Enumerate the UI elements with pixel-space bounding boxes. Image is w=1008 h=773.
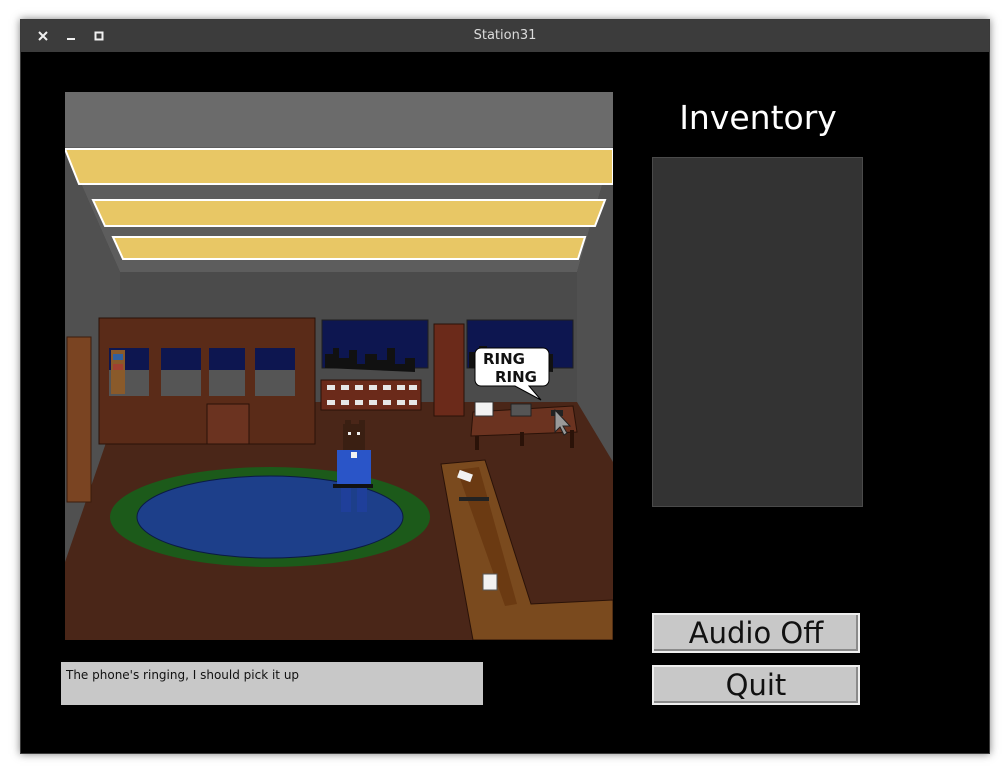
note-item[interactable] — [482, 573, 498, 591]
paper-stack[interactable] — [474, 401, 494, 417]
city-window-left — [321, 319, 429, 372]
game-scene[interactable]: RING RING — [65, 92, 613, 640]
inventory-title: Inventory — [679, 98, 837, 137]
back-door[interactable] — [433, 323, 465, 417]
title-bar: Station31 — [21, 20, 989, 52]
game-window: Station31 RING RING Inventory Audio Off … — [20, 19, 990, 754]
rug[interactable] — [110, 467, 430, 567]
glass-office — [98, 317, 316, 445]
flashlight-item[interactable] — [459, 497, 489, 501]
inventory-panel[interactable] — [652, 157, 863, 507]
bubble-line2: RING — [495, 368, 537, 386]
quit-button[interactable]: Quit — [652, 665, 860, 705]
filing-cabinets — [320, 379, 422, 411]
message-text: The phone's ringing, I should pick it up — [66, 668, 300, 682]
window-title: Station31 — [473, 28, 537, 43]
ceiling — [65, 92, 613, 147]
laptop[interactable] — [510, 403, 532, 417]
left-door[interactable] — [66, 336, 92, 503]
message-box: The phone's ringing, I should pick it up — [61, 662, 483, 705]
bubble-line1: RING — [483, 350, 525, 368]
ceiling-lights — [65, 148, 613, 260]
audio-toggle-button[interactable]: Audio Off — [652, 613, 860, 653]
